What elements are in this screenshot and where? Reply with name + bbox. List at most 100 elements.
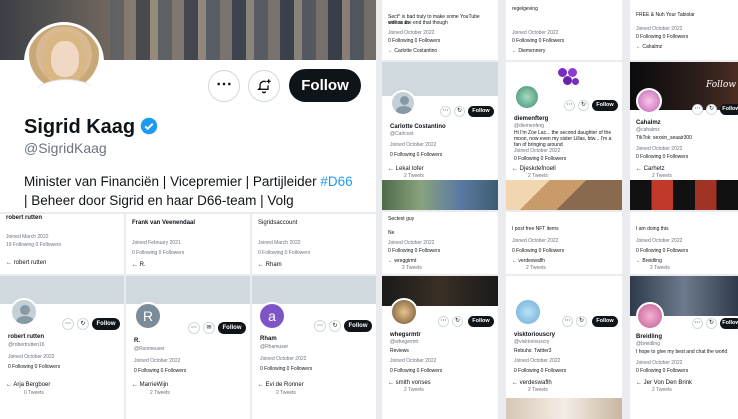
more-button[interactable]: ⋯ [208,70,240,102]
message-button[interactable]: ✉ [203,322,215,334]
card-name: visktoriouscry [514,332,556,338]
card-bio: Reviews [390,348,409,354]
notify-button[interactable]: ↻ [329,320,341,332]
follow-button[interactable]: Follow [720,318,738,329]
mini-nav[interactable]: ← Arja Bergboer [6,382,50,389]
banner-text: Follow [706,80,737,90]
notify-button[interactable]: ↻ [578,100,589,111]
notify-button[interactable]: ↻ [77,318,89,330]
more-icon: ⋯ [216,76,232,93]
notify-button[interactable]: ↻ [576,316,587,327]
bio-hashtag-link[interactable]: #D66 [320,174,352,189]
card-nav-name: Cahalmz [642,44,663,50]
card-stats: 0 Following 0 Followers [636,368,689,374]
card-nav[interactable]: ← Lekal tofer [388,166,424,173]
default-person-icon [400,96,409,105]
right-lower-card-3: I am doing this Joined October 2022 0 Fo… [630,212,738,274]
card-avatar[interactable] [514,298,542,326]
mini-nav[interactable]: ← MarrieWijn [132,382,168,389]
card-nav[interactable]: ← verdeswaflh [512,380,552,387]
strip-card-1: robert rutten Joined March 2022 19 Follo… [0,214,124,274]
notify-button[interactable]: ↻ [706,104,717,115]
card-nav-name: Jer Von Den Brink [643,380,693,386]
card-joined: Joined October 2022 [390,358,437,364]
follow-button[interactable]: Follow [592,100,618,111]
card-name: Carlotte Costantino [390,124,446,130]
card-banner-image [630,180,738,210]
card-avatar[interactable] [390,298,418,326]
avatar-shoulders [35,79,97,99]
notify-button[interactable]: ↻ [452,316,463,327]
card-nav[interactable]: ← Djeskdefnoell [512,166,556,173]
card-nav[interactable]: ← Cahalmz [636,44,662,50]
follow-button[interactable]: Follow [468,316,494,327]
card-nav[interactable]: ← Carhetz [636,166,665,173]
strip-nav[interactable]: ← R. [132,262,146,269]
more-button[interactable]: ⋯ [314,320,326,332]
card-stats: 0 Following 0 Followers [388,248,441,254]
more-button[interactable]: ⋯ [438,316,449,327]
card-handle: @cahalmz [636,127,660,133]
mini-joined: Joined October 2022 [260,356,307,362]
more-button[interactable]: ⋯ [440,106,451,117]
card-avatar[interactable] [390,90,416,116]
profile-name: Sigrid Kaag [24,116,136,138]
card-bio-2: well as the end that though [388,20,448,26]
follow-button[interactable]: Follow [218,322,246,334]
card-avatar[interactable] [514,84,540,110]
card-avatar[interactable] [636,302,664,330]
card-nav[interactable]: ← Jer Von Den Brink [636,380,692,387]
card-joined: Joined October 2022 [636,238,683,244]
notify-button[interactable]: ↻ [706,318,717,329]
more-button[interactable]: ⋯ [188,322,200,334]
more-button[interactable]: ⋯ [564,100,575,111]
follow-button[interactable]: Follow [344,320,372,332]
strip-following: 0 Following 0 Followers [132,250,185,256]
card-nav[interactable]: ← Breidling [636,258,662,264]
card-stats: 0 Following 0 Followers [636,34,689,40]
grape-illustration [556,66,586,92]
card-avatar[interactable] [636,88,662,114]
mini-banner [252,276,376,304]
card-nav-name: verdeswaflh [518,258,546,264]
mini-avatar[interactable]: a [258,302,286,330]
strip-nav[interactable]: ← robert rutten [6,260,46,267]
card-nav[interactable]: ← Diemennery [512,48,545,54]
follow-button[interactable]: Follow [720,104,738,115]
more-button[interactable]: ⋯ [692,104,703,115]
more-button[interactable]: ⋯ [562,316,573,327]
strip-name: robert rutten [6,215,42,221]
mini-joined: Joined October 2022 [134,358,181,364]
strip-nav[interactable]: ← Rham [258,262,282,269]
card-nav[interactable]: ← verdeswaflh [512,258,545,264]
card-name: Breidling [636,334,663,340]
profile-avatar[interactable] [24,22,104,102]
card-nav[interactable]: ← Carlotte Costantino [388,48,437,54]
follow-button[interactable]: Follow [92,318,120,330]
notify-button[interactable] [248,70,280,102]
card-joined: Joined October 2022 [636,360,683,366]
card-bio: I hope to give my best and chat the worl… [636,349,728,355]
card-tweets: 2 Tweets [652,173,672,179]
card-nav[interactable]: ← wreggirmt [388,258,416,264]
avatar-face [51,41,79,77]
card-banner-image [506,398,622,419]
mini-nav[interactable]: ← Evi de Ronner [258,382,304,389]
verified-badge-icon [140,117,157,135]
card-banner-image [506,180,622,210]
more-button[interactable]: ⋯ [692,318,703,329]
card-joined: Joined October 2022 [512,238,559,244]
more-button[interactable]: ⋯ [62,318,74,330]
mini-avatar[interactable]: R [134,302,162,330]
default-person-icon [20,305,30,315]
follow-button[interactable]: Follow [592,316,618,327]
right-mid-card-1: ⋯ ↻ Follow Carlotte Costantino @Carlcost… [382,62,498,210]
follow-button[interactable]: Follow [468,106,494,117]
notify-button[interactable]: ↻ [454,106,465,117]
follow-button[interactable]: Follow [289,69,361,102]
bio-text: Minister van Financiën | Vicepremier | P… [24,174,321,189]
card-tweets: 2 Tweets [404,173,424,179]
card-nav[interactable]: ← smith vonses [388,380,431,387]
mini-avatar[interactable] [10,298,38,326]
profile-name-row: Sigrid Kaag [24,116,158,139]
